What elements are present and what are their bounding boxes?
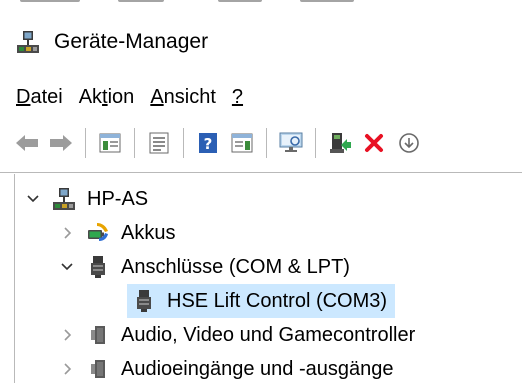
battery-icon: [85, 220, 111, 246]
help-button[interactable]: ?: [191, 126, 225, 160]
chevron-down-icon[interactable]: [59, 259, 75, 275]
menu-ansicht-label-rest: nsicht: [163, 85, 216, 108]
window-title: Geräte-Manager: [54, 30, 209, 53]
menu-help-label: ?: [231, 85, 244, 108]
properties-icon: [149, 132, 169, 154]
tree-node-label: Audioeingänge und -ausgänge: [121, 357, 394, 380]
title-bar: Geräte-Manager: [0, 20, 522, 64]
device-tree: HP-AS Akkus Anschlüsse (COM & LPT) HSE L…: [14, 174, 522, 383]
uninstall-device-button[interactable]: [357, 126, 391, 160]
menu-datei-label-rest: atei: [30, 85, 63, 108]
back-button[interactable]: [10, 126, 44, 160]
clipped-previous-content: [0, 0, 522, 10]
menu-ansicht[interactable]: Ansicht: [142, 80, 224, 114]
svg-text:?: ?: [204, 135, 213, 153]
port-icon: [131, 288, 157, 314]
download-button[interactable]: [391, 126, 425, 160]
menu-aktion[interactable]: Ak t ion: [71, 80, 143, 114]
computer-icon: [51, 186, 77, 212]
port-icon: [85, 254, 111, 280]
toolbar-separator: [85, 128, 86, 158]
tree-node-audio-io[interactable]: Audioeingänge und -ausgänge: [59, 352, 393, 383]
tree-node-ports[interactable]: Anschlüsse (COM & LPT): [59, 250, 350, 284]
chevron-right-icon[interactable]: [59, 361, 75, 377]
action-pane-icon: [231, 133, 253, 153]
console-tree-button[interactable]: [93, 126, 127, 160]
action-pane-button[interactable]: [225, 126, 259, 160]
device-manager-icon: [16, 30, 40, 54]
menu-aktion-label-start: Ak: [78, 85, 103, 108]
menu-bar: Datei Ak t ion Ansicht ?: [0, 80, 251, 114]
toolbar-separator: [183, 128, 184, 158]
chevron-right-icon[interactable]: [59, 225, 75, 241]
speaker-icon: [85, 356, 111, 382]
toolbar-divider: [0, 172, 522, 173]
tree-node-computer[interactable]: HP-AS: [25, 182, 148, 216]
chevron-down-icon[interactable]: [25, 191, 41, 207]
forward-button[interactable]: [44, 126, 78, 160]
tree-node-audio-video[interactable]: Audio, Video und Gamecontroller: [59, 318, 415, 352]
tree-node-label: HSE Lift Control (COM3): [167, 289, 388, 312]
show-hide-console-tree-icon: [99, 133, 121, 153]
tree-node-label: Anschlüsse (COM & LPT): [121, 255, 350, 278]
speaker-icon: [85, 322, 111, 348]
help-icon: ?: [199, 133, 217, 153]
menu-datei[interactable]: Datei: [8, 80, 71, 114]
toolbar-separator: [134, 128, 135, 158]
device-manager-window: Geräte-Manager Datei Aktion Ansicht ?: [0, 0, 522, 383]
forward-arrow-icon: [50, 135, 72, 151]
tree-node-hse-lift-control[interactable]: HSE Lift Control (COM3): [127, 284, 396, 318]
properties-button[interactable]: [142, 126, 176, 160]
tree-node-batteries[interactable]: Akkus: [59, 216, 175, 250]
toolbar-separator: [266, 128, 267, 158]
update-driver-button[interactable]: [323, 126, 357, 160]
toolbar-separator: [315, 128, 316, 158]
tree-node-label: Akkus: [121, 221, 176, 244]
scan-hardware-button[interactable]: [274, 126, 308, 160]
scan-hardware-changes-icon: [279, 132, 303, 152]
menu-aktion-label-rest: ion: [107, 85, 135, 108]
tree-node-label: Audio, Video und Gamecontroller: [121, 323, 416, 346]
download-icon: [399, 133, 419, 153]
menu-help[interactable]: ?: [224, 80, 251, 114]
toolbar: ?: [0, 120, 522, 166]
back-arrow-icon: [16, 135, 38, 151]
chevron-right-icon[interactable]: [59, 327, 75, 343]
menu-ansicht-accesskey: A: [150, 85, 164, 108]
update-driver-icon: [330, 133, 351, 153]
menu-datei-accesskey: D: [16, 85, 31, 108]
uninstall-device-icon: [365, 134, 383, 152]
tree-node-label: HP-AS: [87, 187, 149, 210]
